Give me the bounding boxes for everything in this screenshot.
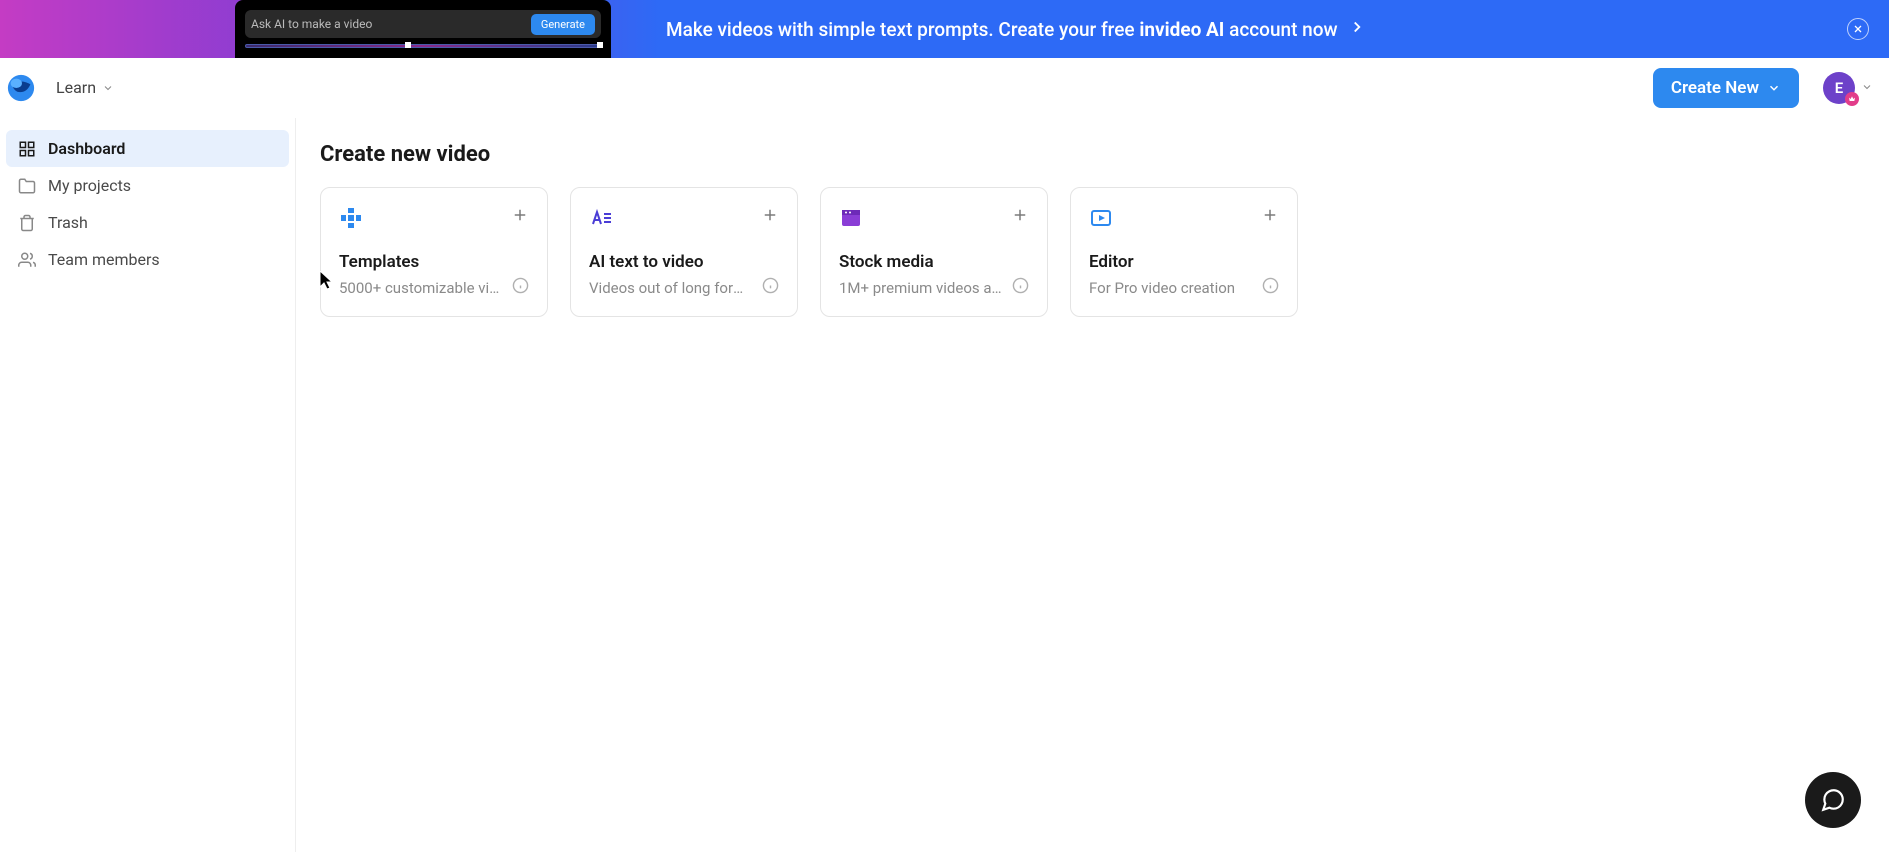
page-title: Create new video <box>320 142 1865 167</box>
learn-label: Learn <box>56 78 96 97</box>
info-icon[interactable] <box>1262 277 1279 298</box>
banner-message[interactable]: Make videos with simple text prompts. Cr… <box>666 18 1338 41</box>
sidebar-item-label: My projects <box>48 176 131 195</box>
card-title: Templates <box>339 252 529 272</box>
card-subtitle: 1M+ premium videos and... <box>839 279 1004 297</box>
avatar-crown-badge <box>1845 92 1859 106</box>
sidebar-item-label: Team members <box>48 250 160 269</box>
content: Create new video Templates 5000+ customi… <box>296 118 1889 852</box>
sidebar-item-label: Trash <box>48 213 88 232</box>
card-subtitle: For Pro video creation <box>1089 279 1235 297</box>
plus-icon <box>1011 206 1029 228</box>
cards-row: Templates 5000+ customizable vid... AI t… <box>320 187 1865 317</box>
plus-icon <box>761 206 779 228</box>
card-editor[interactable]: Editor For Pro video creation <box>1070 187 1298 317</box>
chevron-down-icon <box>1767 81 1781 95</box>
sidebar: Dashboard My projects Trash Team members <box>0 118 296 852</box>
main: Dashboard My projects Trash Team members… <box>0 118 1889 852</box>
card-title: Stock media <box>839 252 1029 272</box>
chevron-down-icon <box>102 82 114 94</box>
sidebar-item-dashboard[interactable]: Dashboard <box>6 130 289 167</box>
card-title: Editor <box>1089 252 1279 272</box>
info-icon[interactable] <box>762 277 779 298</box>
folder-icon <box>18 177 36 195</box>
card-ai-text-to-video[interactable]: AI text to video Videos out of long form… <box>570 187 798 317</box>
close-banner-button[interactable] <box>1847 18 1869 40</box>
sidebar-item-team-members[interactable]: Team members <box>6 241 289 278</box>
info-icon[interactable] <box>1012 277 1029 298</box>
card-subtitle: Videos out of long form t... <box>589 279 754 297</box>
create-new-button[interactable]: Create New <box>1653 68 1799 108</box>
logo-icon[interactable] <box>6 73 36 103</box>
avatar[interactable]: E <box>1823 72 1855 104</box>
templates-icon <box>339 206 363 230</box>
learn-menu[interactable]: Learn <box>56 78 114 97</box>
promo-input-box: Ask AI to make a video Generate <box>245 10 601 38</box>
plus-icon <box>1261 206 1279 228</box>
promo-banner: Ask AI to make a video Generate Make vid… <box>0 0 1889 58</box>
info-icon[interactable] <box>512 277 529 298</box>
chevron-right-icon[interactable] <box>1348 18 1366 40</box>
card-templates[interactable]: Templates 5000+ customizable vid... <box>320 187 548 317</box>
grid-icon <box>18 140 36 158</box>
sidebar-item-trash[interactable]: Trash <box>6 204 289 241</box>
sidebar-item-my-projects[interactable]: My projects <box>6 167 289 204</box>
sidebar-item-label: Dashboard <box>48 139 125 158</box>
users-icon <box>18 251 36 269</box>
promo-preview-image <box>245 44 601 48</box>
card-subtitle: 5000+ customizable vid... <box>339 279 504 297</box>
chevron-down-icon[interactable] <box>1861 78 1873 97</box>
promo-preview: Ask AI to make a video Generate <box>235 0 611 58</box>
topbar: Learn Create New E <box>0 58 1889 118</box>
stock-media-icon <box>839 206 863 230</box>
chat-fab[interactable] <box>1805 772 1861 828</box>
card-stock-media[interactable]: Stock media 1M+ premium videos and... <box>820 187 1048 317</box>
promo-input-placeholder: Ask AI to make a video <box>251 17 531 31</box>
editor-icon <box>1089 206 1113 230</box>
chat-icon <box>1820 787 1846 813</box>
trash-icon <box>18 214 36 232</box>
card-title: AI text to video <box>589 252 779 272</box>
generate-button[interactable]: Generate <box>531 14 595 35</box>
plus-icon <box>511 206 529 228</box>
ai-text-icon <box>589 206 613 230</box>
